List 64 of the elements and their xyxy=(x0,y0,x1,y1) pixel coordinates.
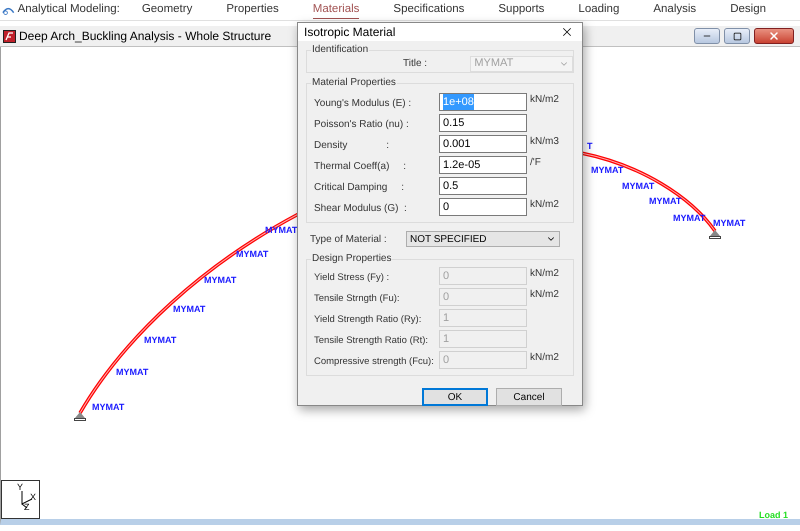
input-field[interactable]: 0 xyxy=(439,198,527,216)
axis-label: Y xyxy=(17,483,24,492)
menu-item[interactable]: Analysis xyxy=(653,1,696,19)
unit-label: kN/m3 xyxy=(530,135,559,149)
field-label: Tensile Strength Ratio (Rt): xyxy=(314,334,430,348)
member-label: MYMAT xyxy=(116,368,148,377)
maximize-button[interactable] xyxy=(724,28,750,44)
menu-item[interactable]: Design xyxy=(730,1,766,19)
menu-item[interactable]: Geometry xyxy=(142,1,192,19)
support-icon xyxy=(709,230,721,239)
load-case-label: Load 1 xyxy=(758,509,788,522)
member-label: T xyxy=(587,142,592,151)
support-icon xyxy=(74,412,86,421)
input-field[interactable]: 0.001 xyxy=(439,135,527,153)
member-label: MYMAT xyxy=(204,276,236,285)
material-type-dropdown[interactable]: NOT SPECIFIED xyxy=(406,231,560,247)
menu-item[interactable]: Properties xyxy=(226,1,279,19)
group-legend: Design Properties xyxy=(311,251,392,266)
field-label: Critical Damping : xyxy=(314,181,406,195)
field-label: Poisson's Ratio (nu) : xyxy=(314,118,410,132)
field-label: Title : xyxy=(403,57,428,71)
dialog-button[interactable]: OK xyxy=(422,388,488,406)
member-label: MYMAT xyxy=(173,305,206,314)
field-label: Type of Material : xyxy=(309,232,388,246)
field-label: Density : xyxy=(314,139,390,153)
menu-item[interactable]: Loading xyxy=(578,1,620,19)
input-field[interactable]: 0.15 xyxy=(439,114,527,132)
menu-item[interactable]: Specifications xyxy=(393,1,464,19)
axis-label: Z xyxy=(24,503,30,512)
member-label: MYMAT xyxy=(591,166,624,175)
unit-label: kN/m2 xyxy=(530,198,559,212)
field-label: Compressive strength (Fcu): xyxy=(314,354,435,369)
unit-label: kN/m2 xyxy=(530,351,559,365)
field-label: Tensile Strngth (Fu): xyxy=(314,292,401,306)
app-label: Analytical Modeling: xyxy=(18,2,120,18)
maximize-icon xyxy=(732,32,742,40)
close-icon xyxy=(560,25,574,39)
field-label: Shear Modulus (G) : xyxy=(314,202,408,216)
close-button[interactable] xyxy=(754,28,794,44)
axis-label: X xyxy=(30,493,36,502)
unit-label: kN/m2 xyxy=(530,93,559,107)
dialog-button[interactable]: Cancel xyxy=(496,388,562,406)
field-label: Young's Modulus (E) : xyxy=(314,97,412,111)
menu-item[interactable]: Materials xyxy=(312,0,360,20)
member-label: MYMAT xyxy=(144,336,176,345)
group-legend: Material Properties xyxy=(311,75,397,90)
member-label: MYMAT xyxy=(236,250,268,259)
member-label: MYMAT xyxy=(713,219,746,228)
close-icon xyxy=(768,30,780,42)
field-label: Thermal Coeff(a) : xyxy=(314,160,408,174)
member-label: MYMAT xyxy=(622,182,654,191)
window-title: Deep Arch_Buckling Analysis - Whole Structure xyxy=(19,28,272,45)
field-label: Yield Stress (Fy) : xyxy=(314,270,390,285)
input-field[interactable]: 1.2e-05 xyxy=(439,156,527,174)
unit-label: /'F xyxy=(530,156,541,170)
member-label: MYMAT xyxy=(92,403,124,412)
menu-item[interactable]: Supports xyxy=(498,1,544,19)
app-window-icon xyxy=(3,30,16,42)
unit-label: kN/m2 xyxy=(530,288,559,302)
input-field[interactable]: 0.5 xyxy=(439,177,527,195)
dialog-title: Isotropic Material xyxy=(304,24,396,41)
field-label: Yield Strength Ratio (Ry): xyxy=(314,312,422,327)
member-label: MYMAT xyxy=(649,197,682,206)
unit-label: kN/m2 xyxy=(530,267,559,281)
